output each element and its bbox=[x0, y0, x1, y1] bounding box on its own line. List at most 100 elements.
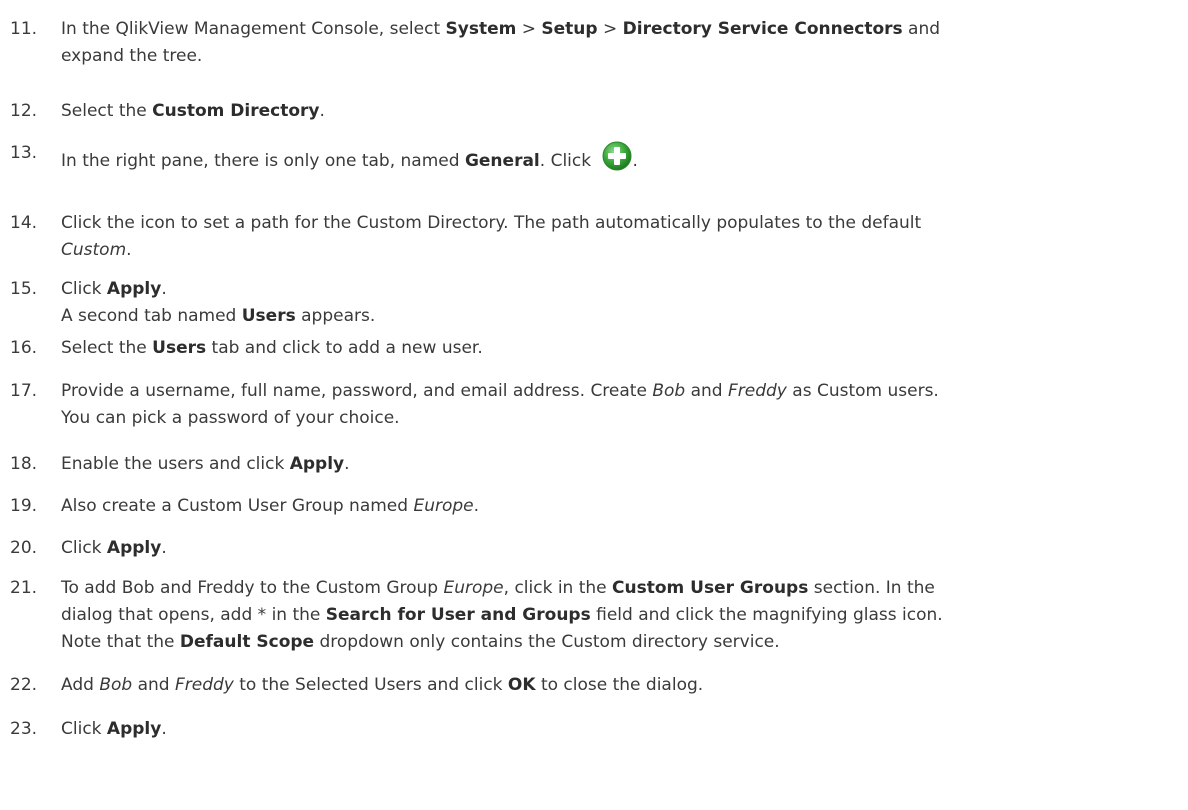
text-segment: . bbox=[632, 151, 638, 171]
step-text-line: Provide a username, full name, password,… bbox=[61, 378, 1174, 405]
text-segment: > bbox=[597, 19, 623, 39]
bold-term: OK bbox=[507, 675, 536, 695]
step-text-line: Also create a Custom User Group named Eu… bbox=[61, 493, 1174, 520]
step-text: Provide a username, full name, password,… bbox=[61, 378, 1174, 432]
bold-term: Default Scope bbox=[179, 632, 315, 652]
text-segment: . bbox=[126, 240, 132, 260]
step-text-line: Click Apply. bbox=[61, 716, 1174, 743]
text-segment: A second tab named bbox=[61, 306, 242, 326]
bold-term: Directory Service Connectors bbox=[622, 19, 903, 39]
step-text-line: Custom. bbox=[61, 237, 1174, 264]
step-number: 12. bbox=[10, 101, 38, 121]
step-text-line: Select the Custom Directory. bbox=[61, 98, 1174, 125]
italic-term: Freddy bbox=[174, 675, 234, 695]
text-segment: Click bbox=[61, 719, 107, 739]
step-text-line: dialog that opens, add * in the Search f… bbox=[61, 602, 1174, 629]
step-text-line: A second tab named Users appears. bbox=[61, 303, 1174, 330]
text-segment: Add bbox=[61, 675, 100, 695]
step-text: In the QlikView Management Console, sele… bbox=[61, 16, 1174, 70]
text-segment: To add Bob and Freddy to the Custom Grou… bbox=[61, 578, 444, 598]
step-text-line: Click Apply. bbox=[61, 276, 1174, 303]
text-segment: expand the tree. bbox=[61, 46, 203, 66]
step-number: 18. bbox=[10, 454, 38, 474]
italic-term: Europe bbox=[443, 578, 504, 598]
step-text-line: To add Bob and Freddy to the Custom Grou… bbox=[61, 575, 1174, 602]
bold-term: Custom Directory bbox=[152, 101, 320, 121]
bold-term: Search for User and Groups bbox=[325, 605, 591, 625]
text-segment: You can pick a password of your choice. bbox=[61, 408, 400, 428]
italic-term: Custom bbox=[61, 240, 127, 260]
text-segment: Click the icon to set a path for the Cus… bbox=[61, 213, 922, 233]
bold-term: Users bbox=[241, 306, 296, 326]
text-segment: . bbox=[319, 101, 325, 121]
step-text-line: Add Bob and Freddy to the Selected Users… bbox=[61, 672, 1174, 699]
text-segment: In the right pane, there is only one tab… bbox=[61, 151, 465, 171]
step-text-line: Click Apply. bbox=[61, 535, 1174, 562]
step-text: Click Apply. bbox=[61, 716, 1174, 743]
text-segment: . bbox=[161, 279, 167, 299]
step-number: 14. bbox=[10, 213, 38, 233]
text-segment: In the QlikView Management Console, sele… bbox=[61, 19, 446, 39]
bold-term: Apply bbox=[289, 454, 345, 474]
bold-term: Apply bbox=[106, 719, 162, 739]
step-text: Select the Users tab and click to add a … bbox=[61, 335, 1174, 362]
text-segment: dropdown only contains the Custom direct… bbox=[314, 632, 780, 652]
text-segment: Enable the users and click bbox=[61, 454, 290, 474]
text-segment: . bbox=[161, 719, 167, 739]
bold-term: General bbox=[464, 151, 540, 171]
italic-term: Freddy bbox=[728, 381, 787, 401]
step-text: In the right pane, there is only one tab… bbox=[61, 140, 1174, 175]
text-segment: to close the dialog. bbox=[535, 675, 704, 695]
bold-term: Apply bbox=[106, 279, 162, 299]
italic-term: Europe bbox=[413, 496, 474, 516]
text-segment: appears. bbox=[295, 306, 376, 326]
text-segment: and bbox=[902, 19, 941, 39]
step-number: 13. bbox=[10, 143, 38, 163]
text-segment: , click in the bbox=[503, 578, 613, 598]
text-segment: dialog that opens, add * in the bbox=[61, 605, 326, 625]
bold-term: Apply bbox=[106, 538, 162, 558]
step-number: 21. bbox=[10, 578, 38, 598]
step-number: 23. bbox=[10, 719, 38, 739]
step-number: 17. bbox=[10, 381, 38, 401]
step-text: Click Apply. bbox=[61, 535, 1174, 562]
step-text-line: In the QlikView Management Console, sele… bbox=[61, 16, 1174, 43]
text-segment: Also create a Custom User Group named bbox=[61, 496, 414, 516]
step-number: 22. bbox=[10, 675, 38, 695]
step-text-line: Select the Users tab and click to add a … bbox=[61, 335, 1174, 362]
text-segment: Click bbox=[61, 538, 107, 558]
text-segment: > bbox=[516, 19, 542, 39]
text-segment: Note that the bbox=[61, 632, 180, 652]
step-text: To add Bob and Freddy to the Custom Grou… bbox=[61, 575, 1174, 656]
step-text-line: Enable the users and click Apply. bbox=[61, 451, 1174, 478]
step-text: Also create a Custom User Group named Eu… bbox=[61, 493, 1174, 520]
step-text-line: In the right pane, there is only one tab… bbox=[61, 140, 1174, 175]
text-segment: tab and click to add a new user. bbox=[206, 338, 483, 358]
step-text: Click Apply. A second tab named Users app… bbox=[61, 276, 1174, 330]
bold-term: Users bbox=[152, 338, 207, 358]
step-text: Add Bob and Freddy to the Selected Users… bbox=[61, 672, 1174, 699]
step-number: 16. bbox=[10, 338, 38, 358]
step-text-line: Click the icon to set a path for the Cus… bbox=[61, 210, 1174, 237]
text-segment: . Click bbox=[539, 151, 597, 171]
text-segment: . bbox=[344, 454, 350, 474]
text-segment: Click bbox=[61, 279, 107, 299]
bold-term: Custom User Groups bbox=[612, 578, 809, 598]
bold-term: Setup bbox=[541, 19, 598, 39]
text-segment: . bbox=[161, 538, 167, 558]
step-number: 19. bbox=[10, 496, 38, 516]
text-segment: . bbox=[473, 496, 480, 516]
step-text-line: You can pick a password of your choice. bbox=[61, 405, 1174, 432]
step-number: 15. bbox=[10, 279, 38, 299]
text-segment: as Custom users. bbox=[786, 381, 939, 401]
step-number: 11. bbox=[10, 19, 38, 39]
text-segment: Select the bbox=[61, 338, 153, 358]
step-text: Click the icon to set a path for the Cus… bbox=[61, 210, 1174, 264]
step-text: Select the Custom Directory. bbox=[61, 98, 1174, 125]
text-segment: and bbox=[685, 381, 728, 401]
step-number: 20. bbox=[10, 538, 38, 558]
step-text-line: expand the tree. bbox=[61, 43, 1174, 70]
bold-term: System bbox=[445, 19, 517, 39]
italic-term: Bob bbox=[99, 675, 133, 695]
italic-term: Bob bbox=[652, 381, 686, 401]
